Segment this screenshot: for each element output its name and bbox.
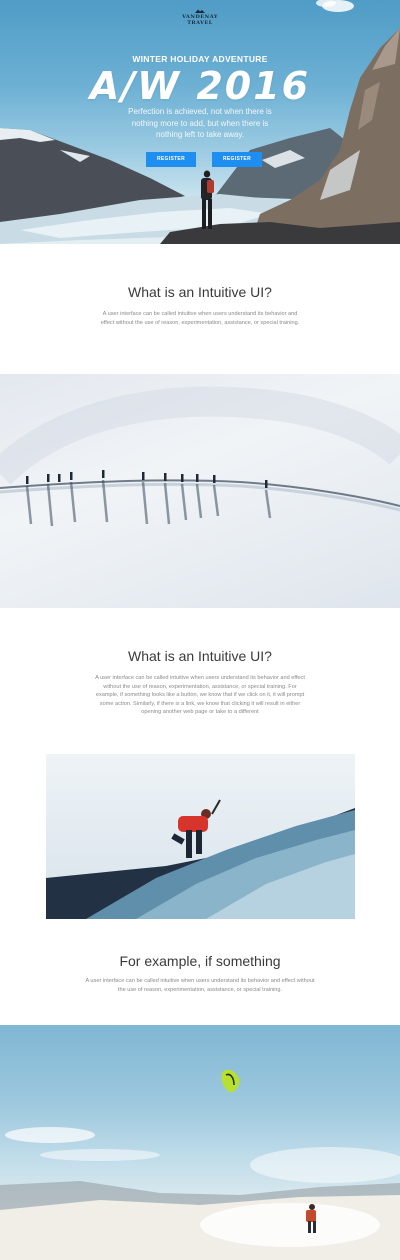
register-button-secondary[interactable]: REGISTER	[212, 152, 262, 167]
mountain-logo-icon	[195, 9, 205, 13]
example-section: For example, if something A user interfa…	[0, 953, 400, 994]
snowfield-hikers-photo	[0, 374, 400, 608]
register-button[interactable]: REGISTER	[146, 152, 196, 167]
kite-skiing-photo	[0, 1025, 400, 1260]
hero-kicker: WINTER HOLIDAY ADVENTURE	[132, 54, 268, 64]
hero-title: A/W 2016	[89, 64, 311, 108]
intro-section: What is an Intuitive UI? A user interfac…	[0, 284, 400, 327]
section-body: A user interface can be called intuitive…	[100, 311, 300, 326]
brand-subtitle: TRAVEL	[187, 20, 213, 26]
climber-figure	[171, 799, 221, 858]
snowfield-hikers-image	[0, 386, 400, 527]
kite-skiing-image	[0, 1069, 400, 1260]
ice-climber-image	[46, 799, 355, 919]
hero-quote: Perfection is achieved, not when there i…	[128, 107, 272, 139]
section-body: A user interface can be called intuitive…	[85, 978, 315, 993]
section-heading: For example, if something	[119, 953, 281, 969]
ice-climber-photo	[46, 754, 355, 919]
kite-icon	[221, 1069, 240, 1093]
section-heading: What is an Intuitive UI?	[128, 648, 272, 664]
hero-banner: VANDENAY TRAVEL WINTER HOLIDAY ADVENTURE…	[0, 0, 400, 244]
details-section: What is an Intuitive UI? A user interfac…	[0, 648, 400, 717]
brand-logo[interactable]: VANDENAY TRAVEL	[0, 9, 400, 26]
section-heading: What is an Intuitive UI?	[128, 284, 272, 300]
section-body: A user interface can be called intuitive…	[95, 675, 305, 716]
